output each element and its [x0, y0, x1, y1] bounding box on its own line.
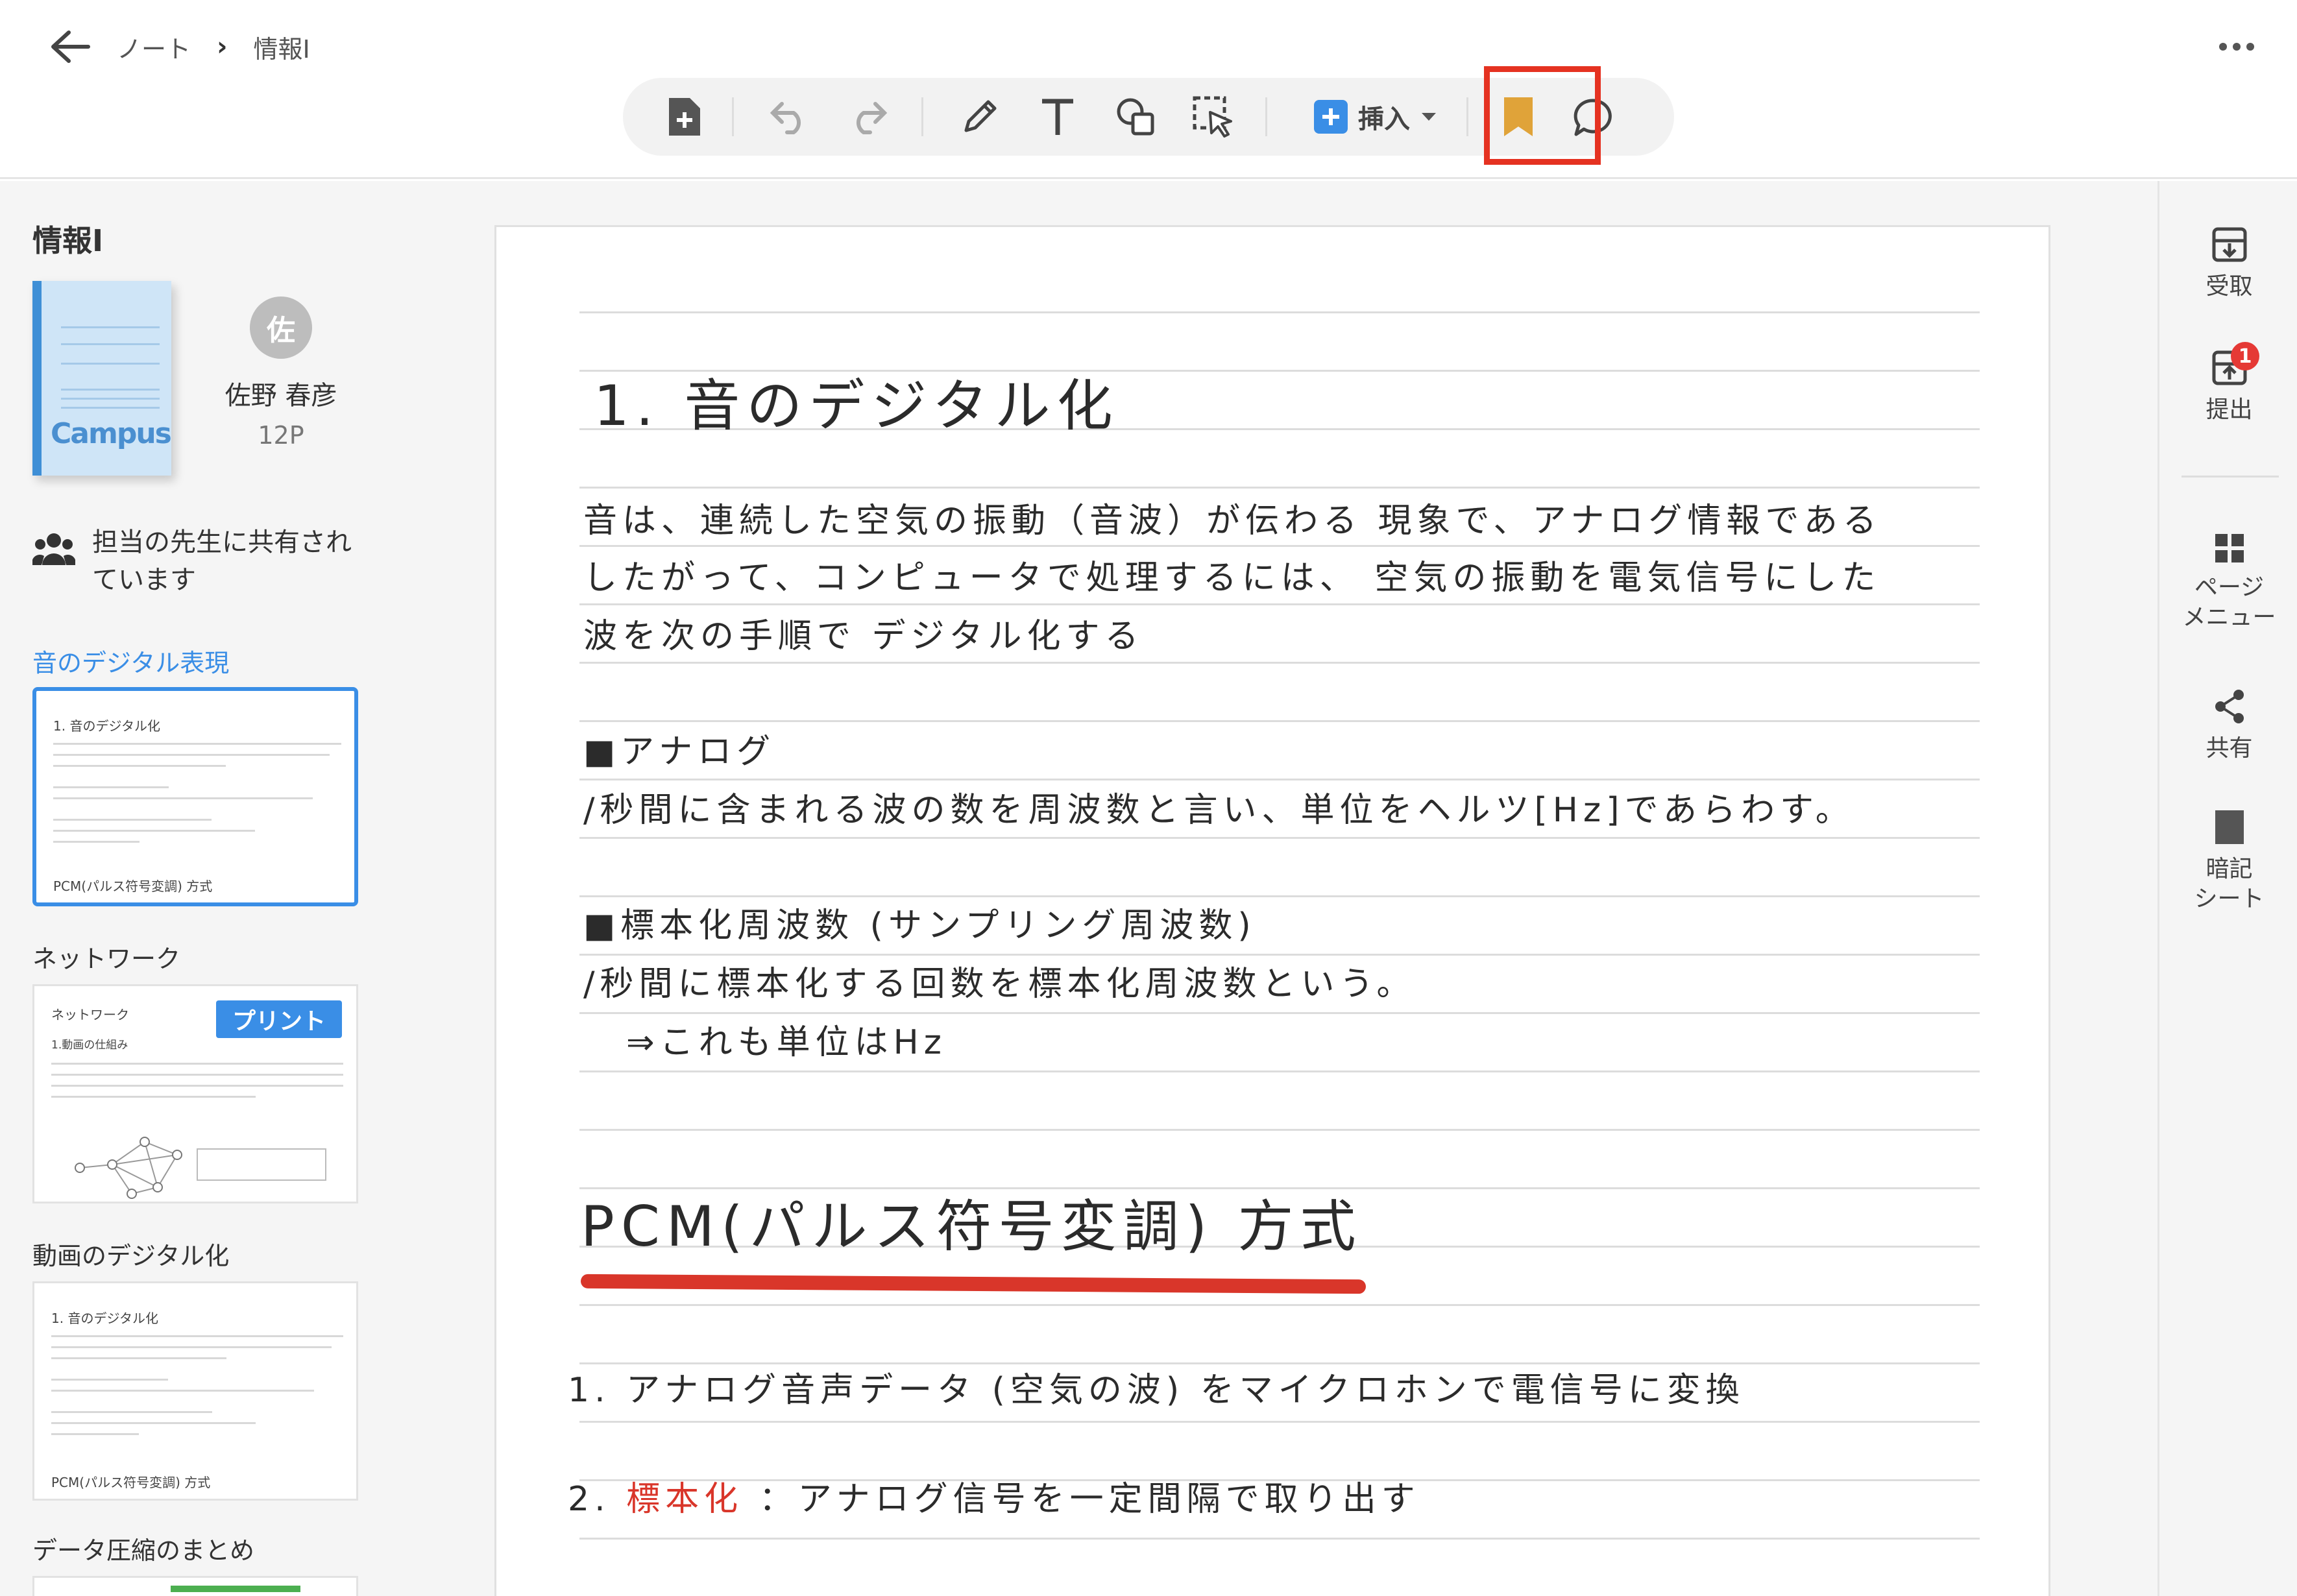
note-sampling-note: ⇒これも単位はHz — [626, 1023, 947, 1062]
network-diagram-icon — [75, 1137, 182, 1199]
insert-label: 挿入 — [1358, 104, 1410, 134]
share-label: 共有 — [2206, 735, 2253, 762]
note-line: したがって、コンピュータで処理するには、 空気の振動を電気信号にした — [583, 559, 1881, 598]
red-underline-stroke — [580, 1274, 1367, 1294]
breadcrumb-notes[interactable]: ノート — [117, 29, 191, 65]
share-icon — [2215, 690, 2244, 723]
notebook-cover[interactable]: Campus — [32, 281, 172, 476]
note-analog-body: /秒間に含まれる波の数を周波数と言い、単位をヘルツ[Hz]であらわす。 — [583, 791, 1854, 830]
insert-button[interactable]: 挿入 — [1301, 91, 1450, 143]
note-heading-pcm: PCM(パルス符号変調) 方式 — [581, 1194, 1363, 1259]
notebook-title: 情報I — [32, 223, 104, 258]
breadcrumb: ノート › 情報I — [117, 29, 310, 65]
redo-icon[interactable] — [838, 91, 897, 143]
section-label-video[interactable]: 動画のデジタル化 — [32, 1236, 229, 1272]
submit-label: 提出 — [2206, 396, 2253, 423]
memo-sheet-icon — [2215, 810, 2244, 844]
text-tool-icon[interactable] — [1028, 91, 1087, 143]
note-analog-title: ■アナログ — [583, 732, 776, 771]
bookmark-highlight-box — [1484, 66, 1601, 165]
note-sampling-body: /秒間に標本化する回数を標本化周波数という。 — [583, 965, 1416, 1004]
note-line: 音は、連続した空気の振動（音波）が伝わる 現象で、アナログ情報である — [583, 502, 1882, 540]
breadcrumb-notebook[interactable]: 情報I — [254, 29, 310, 65]
grid-icon — [2215, 534, 2244, 562]
caret-down-icon — [1422, 113, 1436, 121]
note-sampling-title: ■標本化周波数 (サンプリング周波数) — [583, 906, 1256, 945]
note-page[interactable]: 1. 音のデジタル化 音は、連続した空気の振動（音波）が伝わる 現象で、アナログ… — [494, 225, 2050, 1596]
section-label-sound[interactable]: 音のデジタル表現 — [32, 643, 229, 679]
section-label-network[interactable]: ネットワーク — [32, 939, 180, 974]
note-step2-number: 2. — [568, 1480, 611, 1519]
print-badge: プリント — [216, 1000, 342, 1038]
page-menu-button[interactable]: ページ メニュー — [2159, 533, 2297, 633]
memo-sheet-label: 暗記 シート — [2194, 856, 2265, 912]
share-note-text: 担当の先生に共有されています — [92, 527, 352, 595]
page-thumbnail-sound[interactable]: 1. 音のデジタル化 PCM(パルス符号変調) 方式 — [32, 687, 358, 906]
note-step1: 1. アナログ音声データ (空気の波) をマイクロホンで電信号に変換 — [568, 1371, 1745, 1410]
submit-count-badge: 1 — [2231, 342, 2259, 370]
plus-icon — [1314, 100, 1348, 134]
more-options-icon[interactable] — [2214, 26, 2259, 67]
note-step2-text: ：アナログ信号を一定間隔で取り出す — [759, 1480, 1420, 1519]
header: ノート › 情報I 挿入 — [0, 0, 2297, 179]
owner-name: 佐野 春彦 — [225, 381, 337, 411]
page-menu-label: ページ メニュー — [2182, 574, 2276, 631]
page-thumbnail-video[interactable]: 1. 音のデジタル化 PCM(パルス符号変調) 方式 — [32, 1281, 358, 1501]
back-arrow-icon[interactable] — [45, 26, 95, 67]
receive-label: 受取 — [2206, 273, 2253, 300]
right-panel: 受取 提出 1 ページ メニュー 共有 暗記 シート — [2157, 181, 2297, 1596]
page-count: 12P — [258, 421, 304, 450]
cover-brand: Campus — [51, 417, 172, 450]
receive-tray-icon — [2212, 227, 2246, 262]
lasso-select-icon[interactable] — [1184, 91, 1243, 143]
pen-icon[interactable] — [951, 91, 1009, 143]
note-heading-sound: 1. 音のデジタル化 — [594, 374, 1119, 439]
share-button[interactable]: 共有 — [2159, 688, 2297, 764]
shape-tool-icon[interactable] — [1106, 91, 1165, 143]
notebook-sidebar: 情報I Campus 佐 佐野 春彦 12P 担当の先生に共有されています 音の… — [0, 181, 389, 1596]
note-step2-keyword: 標本化 — [626, 1480, 744, 1519]
group-icon — [32, 533, 75, 565]
receive-button[interactable]: 受取 — [2159, 226, 2297, 302]
breadcrumb-separator: › — [217, 32, 228, 62]
note-canvas-area[interactable]: 1. 音のデジタル化 音は、連続した空気の振動（音波）が伝わる 現象で、アナログ… — [389, 181, 2157, 1596]
avatar: 佐 — [250, 296, 312, 359]
note-step2: 2. 標本化 ：アナログ信号を一定間隔で取り出す — [568, 1471, 1420, 1520]
undo-icon[interactable] — [760, 91, 819, 143]
page-thumbnail-compression[interactable] — [32, 1576, 358, 1596]
section-label-compression[interactable]: データ圧縮のまとめ — [32, 1530, 254, 1566]
note-line: 波を次の手順で デジタル化する — [583, 617, 1144, 656]
submit-button[interactable]: 提出 — [2159, 350, 2297, 425]
memo-sheet-button[interactable]: 暗記 シート — [2159, 809, 2297, 914]
share-status: 担当の先生に共有されています — [32, 524, 383, 599]
page-thumbnail-network[interactable]: ネットワーク 1.動画の仕組み プリント — [32, 984, 358, 1203]
add-page-icon[interactable] — [655, 91, 714, 143]
